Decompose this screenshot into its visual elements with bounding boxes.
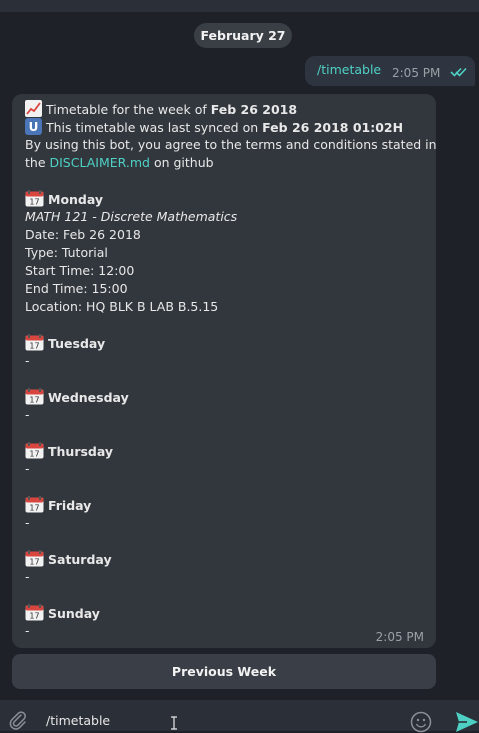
message-line: Timetable for the week of Feb 26 2018 — [25, 100, 437, 118]
message-line: Date: Feb 26 2018 — [25, 226, 437, 244]
disclaimer-link[interactable]: DISCLAIMER.md — [50, 155, 150, 170]
message-line: By using this bot, you agree to the term… — [25, 136, 437, 154]
message-line: the DISCLAIMER.md on github — [25, 154, 437, 172]
line-text: the — [25, 155, 50, 170]
line-text: - — [25, 353, 30, 368]
line-text: - — [25, 569, 30, 584]
svg-text:U: U — [29, 120, 39, 134]
svg-text:17: 17 — [29, 342, 39, 351]
line-text: This timetable was last synced on — [46, 120, 263, 135]
top-bar: ••• — [0, 0, 479, 12]
message-line: MATH 121 - Discrete Mathematics — [25, 208, 437, 226]
message-line: Start Time: 12:00 — [25, 262, 437, 280]
line-text: End Time: 15:00 — [25, 281, 128, 296]
day-name: Sunday — [48, 606, 100, 621]
line-text: - — [25, 515, 30, 530]
bot-message-time: 2:05 PM — [375, 630, 424, 644]
message-input[interactable]: /timetable — [46, 713, 110, 728]
day-name: Saturday — [48, 552, 112, 567]
top-bar-text: ••• — [14, 0, 33, 5]
course-title: MATH 121 - Discrete Mathematics — [25, 209, 238, 224]
line-text: Type: Tutorial — [25, 245, 108, 260]
line-text: - — [25, 623, 30, 638]
send-icon[interactable] — [455, 711, 479, 733]
outgoing-message-text[interactable]: /timetable — [317, 62, 381, 77]
message-line: - — [25, 406, 437, 424]
svg-text:17: 17 — [29, 198, 39, 207]
line-text: - — [25, 461, 30, 476]
date-divider: February 27 — [194, 23, 292, 48]
line-text: - — [25, 407, 30, 422]
double-check-icon — [450, 67, 467, 77]
day-name: Thursday — [48, 444, 114, 459]
message-line: Location: HQ BLK B LAB B.5.15 — [25, 298, 437, 316]
emoji-icon[interactable] — [410, 711, 432, 733]
svg-text:17: 17 — [29, 612, 39, 621]
day-name: Wednesday — [48, 390, 129, 405]
day-name: Friday — [48, 498, 92, 513]
bot-message-body: Timetable for the week of Feb 26 2018 U Th… — [25, 100, 437, 640]
outgoing-message-time: 2:05 PM — [392, 66, 441, 80]
line-text: Date: Feb 26 2018 — [25, 227, 141, 242]
message-line: - — [25, 568, 437, 586]
paperclip-icon[interactable] — [8, 710, 28, 730]
day-heading: 17 Thursday — [25, 442, 437, 460]
day-heading: 17 Wednesday — [25, 388, 437, 406]
day-name: Tuesday — [48, 336, 106, 351]
day-heading: 17 Sunday — [25, 604, 437, 622]
day-heading: 17 Monday — [25, 190, 437, 208]
day-name: Monday — [48, 192, 104, 207]
previous-week-button[interactable]: Previous Week — [12, 654, 436, 689]
line-text: Timetable for the week of — [46, 102, 211, 117]
svg-text:17: 17 — [29, 558, 39, 567]
line-text: Start Time: 12:00 — [25, 263, 135, 278]
svg-text:17: 17 — [29, 396, 39, 405]
message-line: - — [25, 460, 437, 478]
line-text: Location: HQ BLK B LAB B.5.15 — [25, 299, 219, 314]
day-heading: 17 Friday — [25, 496, 437, 514]
bot-message: Timetable for the week of Feb 26 2018 U Th… — [12, 94, 437, 648]
line-text: on github — [149, 155, 214, 170]
text-cursor-icon — [171, 716, 177, 730]
message-line: - — [25, 352, 437, 370]
day-heading: 17 Tuesday — [25, 334, 437, 352]
line-text: By using this bot, you agree to the term… — [25, 137, 437, 152]
message-composer: /timetable — [0, 700, 479, 733]
day-heading: 17 Saturday — [25, 550, 437, 568]
svg-text:17: 17 — [29, 504, 39, 513]
line-bold-text: Feb 26 2018 — [210, 102, 298, 117]
message-line: U This timetable was last synced on Feb 2… — [25, 118, 437, 136]
outgoing-message[interactable]: /timetable 2:05 PM — [305, 56, 475, 86]
message-line: Type: Tutorial — [25, 244, 437, 262]
svg-text:17: 17 — [29, 450, 39, 459]
line-bold-text: Feb 26 2018 01:02H — [262, 120, 404, 135]
message-line: End Time: 15:00 — [25, 280, 437, 298]
message-line: - — [25, 514, 437, 532]
